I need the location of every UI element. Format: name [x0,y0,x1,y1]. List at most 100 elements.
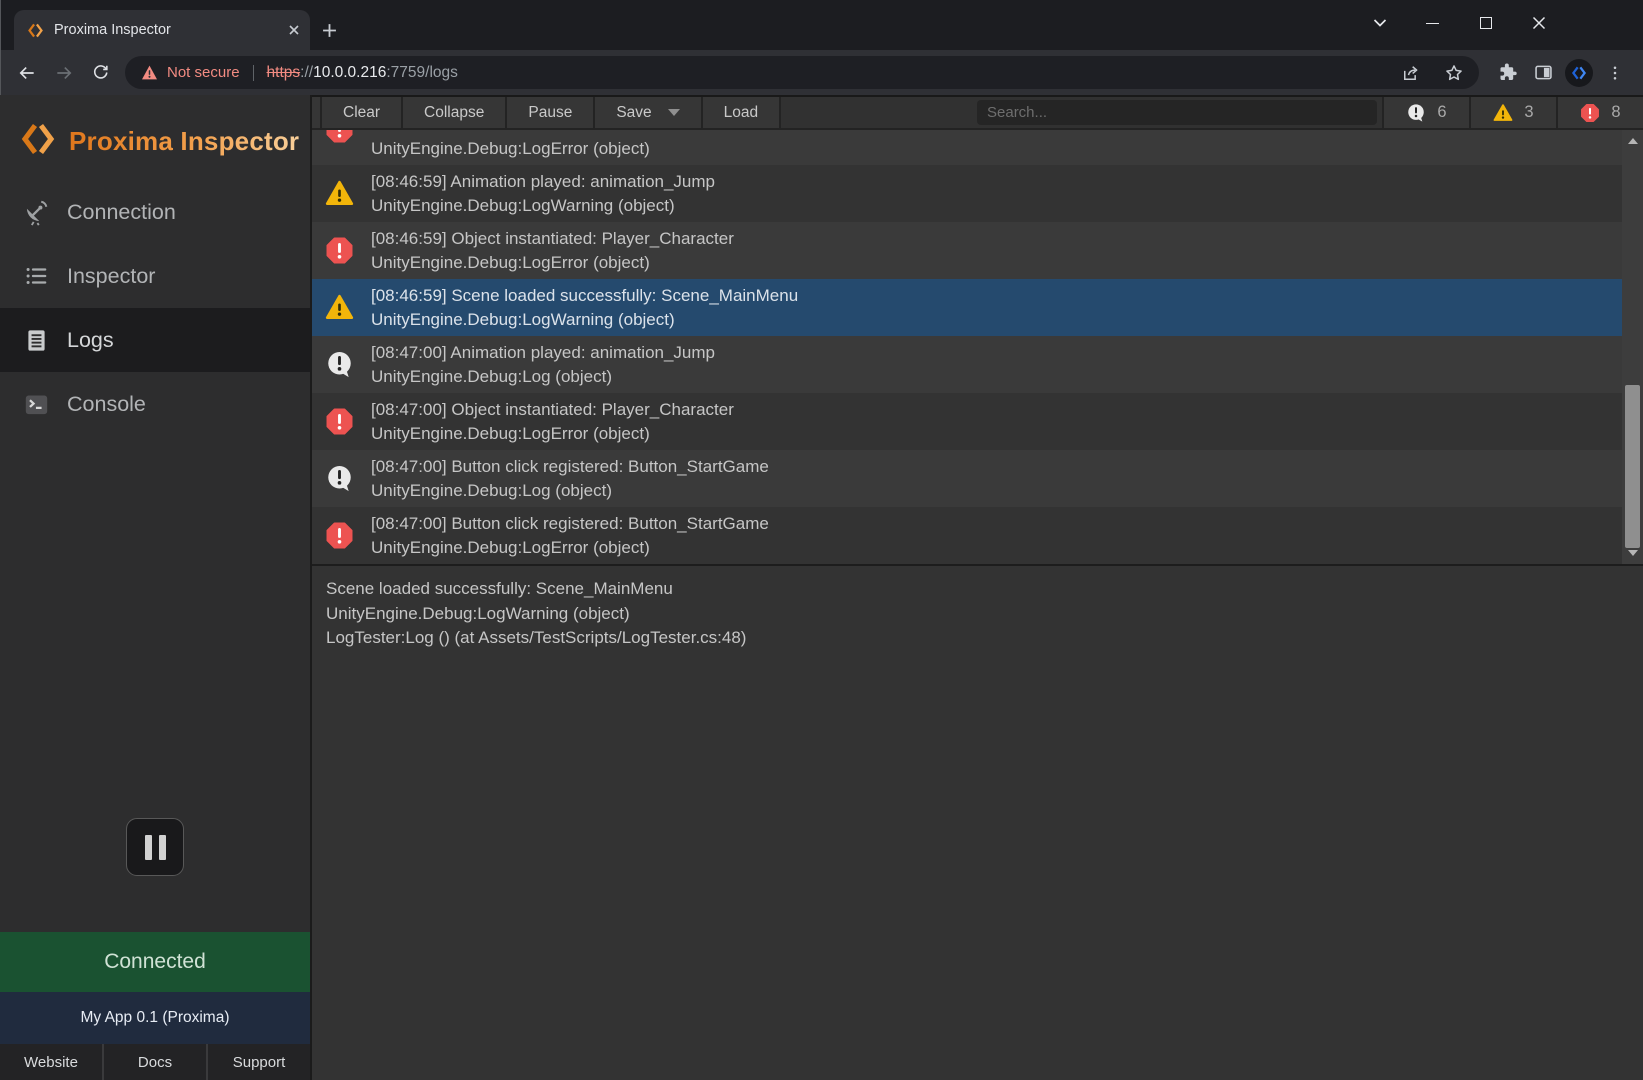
brand-title: Proxima Inspector [69,126,299,157]
scroll-down-icon[interactable] [1628,550,1638,556]
log-stacktrace: UnityEngine.Debug:Log (object) [371,479,769,503]
search-input[interactable] [977,100,1377,125]
pause-button[interactable]: Pause [507,97,595,128]
extensions-puzzle-icon[interactable] [1489,54,1525,91]
clear-button[interactable]: Clear [322,97,403,128]
info-icon [325,464,354,493]
save-label: Save [616,104,651,122]
forward-icon[interactable] [45,54,82,91]
collapse-button[interactable]: Collapse [403,97,507,128]
error-icon [325,521,354,550]
error-count: 8 [1611,103,1620,122]
footer-link-support[interactable]: Support [206,1044,310,1080]
browser-titlebar: Proxima Inspector [0,0,1643,50]
maximize-icon[interactable] [1459,0,1512,46]
close-icon[interactable] [1512,0,1565,46]
sidebar-item-label: Console [67,392,146,417]
share-icon[interactable] [1394,58,1428,88]
new-tab-button[interactable] [312,13,346,47]
browser-tab[interactable]: Proxima Inspector [14,10,310,50]
log-detail-pane: Scene loaded successfully: Scene_MainMen… [312,566,1643,1080]
pause-icon [145,835,152,860]
browser-navbar: Not secure https://10.0.0.216:7759/logs [0,50,1643,95]
sidebar-footer: Website Docs Support [0,1044,310,1080]
proxima-logo-icon [20,121,56,162]
warning-count: 3 [1524,103,1533,122]
info-icon [325,350,354,379]
log-row[interactable]: [08:46:59] Scene loaded successfully: Sc… [312,279,1643,336]
reload-icon[interactable] [82,54,119,91]
scrollbar[interactable] [1622,130,1643,564]
tab-title: Proxima Inspector [54,22,278,38]
log-message: [08:47:00] Button click registered: Butt… [371,512,769,536]
chevron-down-icon[interactable] [668,109,680,116]
tab-search-icon[interactable] [1353,0,1406,46]
app-info-bar: My App 0.1 (Proxima) [0,992,310,1044]
sidebar-item-console[interactable]: Console [0,372,310,436]
warning-icon [1493,103,1513,123]
log-row[interactable]: [08:47:00] Button click registered: Butt… [312,507,1643,564]
error-icon [325,130,354,144]
info-count: 6 [1437,103,1446,122]
detail-line: UnityEngine.Debug:LogWarning (object) [326,602,1629,627]
scrollbar-thumb[interactable] [1625,385,1640,548]
footer-link-docs[interactable]: Docs [102,1044,206,1080]
detail-line: Scene loaded successfully: Scene_MainMen… [326,577,1629,602]
log-row[interactable]: [08:47:00] Button click registered: Butt… [312,450,1643,507]
log-row[interactable]: UnityEngine.Debug:LogError (object) [312,130,1643,165]
log-row[interactable]: [08:47:00] Object instantiated: Player_C… [312,393,1643,450]
sidebar-item-logs[interactable]: Logs [0,308,310,372]
warning-icon [325,179,354,208]
error-icon [1580,103,1600,123]
sidebar-item-label: Logs [67,328,114,353]
log-message: [08:47:00] Button click registered: Butt… [371,455,769,479]
sidebar-item-connection[interactable]: Connection [0,180,310,244]
back-icon[interactable] [8,54,45,91]
app-info-label: My App 0.1 (Proxima) [80,1009,229,1027]
error-count-badge[interactable]: 8 [1556,97,1643,128]
toolbar-pad [312,97,322,128]
log-stacktrace: UnityEngine.Debug:LogError (object) [371,251,734,275]
log-row[interactable]: [08:46:59] Object instantiated: Player_C… [312,222,1643,279]
sidebar-item-inspector[interactable]: Inspector [0,244,310,308]
not-secure-label: Not secure [167,64,240,81]
toolbar-spacer [781,97,1382,128]
info-icon [1406,103,1426,123]
footer-link-website[interactable]: Website [0,1044,102,1080]
log-row[interactable]: [08:46:59] Animation played: animation_J… [312,165,1643,222]
not-secure-warning-icon [141,65,158,80]
window-edge-highlight [0,0,1,95]
log-message: [08:47:00] Object instantiated: Player_C… [371,398,734,422]
url-text: https://10.0.0.216:7759/logs [267,64,458,82]
profile-avatar[interactable] [1561,54,1597,91]
bookmark-star-icon[interactable] [1437,58,1471,88]
error-icon [325,407,354,436]
window-controls [1353,0,1565,46]
save-button[interactable]: Save [595,97,702,128]
pause-stream-button[interactable] [126,818,184,876]
warning-icon [325,293,354,322]
log-stacktrace: UnityEngine.Debug:LogWarning (object) [371,194,715,218]
logs-panel: Clear Collapse Pause Save Load [310,95,1643,1080]
log-message: [08:46:59] Object instantiated: Player_C… [371,227,734,251]
browser-menu-kebab-icon[interactable] [1597,54,1633,91]
address-bar[interactable]: Not secure https://10.0.0.216:7759/logs [125,56,1479,89]
info-count-badge[interactable]: 6 [1382,97,1469,128]
load-button[interactable]: Load [703,97,781,128]
terminal-icon [22,390,50,418]
connection-status-label: Connected [104,950,206,974]
log-stacktrace: UnityEngine.Debug:LogWarning (object) [371,308,798,332]
warning-count-badge[interactable]: 3 [1469,97,1556,128]
browser-window: Proxima Inspector [0,0,1643,1080]
sidebar: Proxima Inspector Connection [0,95,310,1080]
minimize-icon[interactable] [1406,0,1459,46]
brand: Proxima Inspector [0,95,310,180]
document-icon [22,326,50,354]
log-row[interactable]: [08:47:00] Animation played: animation_J… [312,336,1643,393]
error-icon [325,236,354,265]
satellite-dish-icon [22,198,50,226]
tab-close-icon[interactable] [288,24,300,36]
scroll-up-icon[interactable] [1628,138,1638,144]
side-panel-icon[interactable] [1525,54,1561,91]
log-stacktrace: UnityEngine.Debug:LogError (object) [371,422,734,446]
